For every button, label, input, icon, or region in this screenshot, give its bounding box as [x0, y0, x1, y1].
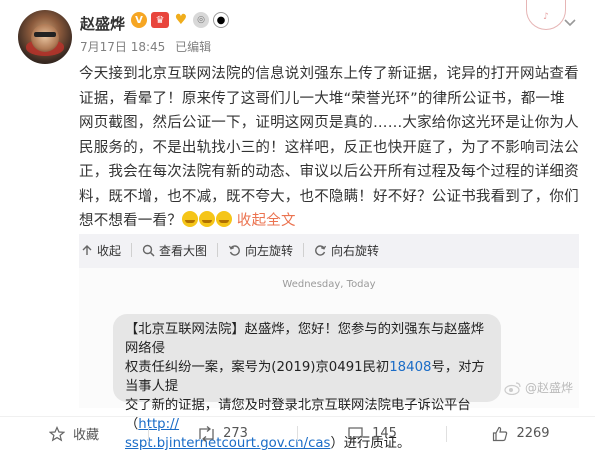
toolbar-divider [217, 243, 219, 257]
repost-icon [199, 425, 214, 442]
collapse-label: 收起 [97, 243, 122, 258]
repost-button[interactable]: 273 [149, 425, 297, 442]
comment-icon [348, 426, 363, 442]
attached-screenshot[interactable]: Wednesday, Today 【北京互联网法院】赵盛烨，您好！您参与的刘强东… [79, 268, 579, 450]
rotate-left-label: 向左旋转 [245, 243, 294, 258]
watermark-text: @赵盛烨 [525, 381, 574, 395]
weibo-logo-icon [504, 381, 521, 395]
collapse-text-link[interactable]: 收起全文 [237, 213, 296, 229]
post-content: 今天接到北京互联网法院的信息说刘强东上传了新证据，诧异的打开网站查看证据，看晕了… [79, 62, 579, 234]
repost-count: 273 [223, 426, 248, 441]
magnifier-icon [142, 244, 155, 257]
thumbs-up-icon [493, 426, 508, 441]
weibo-post: 赵盛烨 V ♛ ♥ ◎ ● 7月17日 18:45 已编辑 ♪ 今天接到北京互联… [0, 0, 595, 450]
view-large-label: 查看大图 [159, 243, 208, 258]
author-name[interactable]: 赵盛烨 [80, 13, 125, 34]
sms-date: Wednesday, Today [282, 279, 376, 290]
favorite-button[interactable]: 收藏 [0, 424, 148, 443]
media-panel: 收起 查看大图 向左旋转 向右旋转 Wednesday, Today 【北京互联… [79, 234, 579, 450]
case-number: 18408 [389, 360, 432, 375]
weibo-watermark: @赵盛烨 [504, 379, 573, 396]
image-toolbar: 收起 查看大图 向左旋转 向右旋转 [79, 234, 579, 266]
sms-bubble: 【北京互联网法院】赵盛烨，您好！您参与的刘强东与赵盛烨网络侵 权责任纠纷一案，案… [113, 314, 501, 450]
laugh-cry-emoji-icon [198, 211, 215, 227]
laugh-cry-emoji-icon [181, 211, 198, 227]
edited-label[interactable]: 已编辑 [175, 40, 211, 54]
vip-icon[interactable]: ♛ [151, 12, 169, 28]
favorite-label: 收藏 [72, 428, 99, 443]
post-footer: 收藏 273 145 2269 [0, 416, 595, 450]
post-timestamp[interactable]: 7月17日 18:45 [80, 40, 165, 54]
post-text: 今天接到北京互联网法院的信息说刘强东上传了新证据，诧异的打开网站查看证据，看晕了… [79, 66, 579, 229]
rotate-left-button[interactable]: 向左旋转 [228, 242, 293, 259]
stamp-decoration: ♪ [526, 0, 566, 30]
sms-line-2: 权责任纠纷一案，案号为(2019)京0491民初18408号，对方当事人提 [125, 358, 489, 396]
panda-icon[interactable]: ● [213, 12, 229, 28]
author-badges: V ♛ ♥ ◎ ● [131, 12, 229, 28]
sms-line-1: 【北京互联网法院】赵盛烨，您好！您参与的刘强东与赵盛烨网络侵 [125, 322, 485, 356]
toolbar-divider [303, 243, 305, 257]
rotate-left-icon [228, 244, 240, 256]
star-icon [48, 425, 65, 441]
chevron-down-icon[interactable] [563, 16, 577, 30]
like-count: 2269 [516, 426, 550, 441]
rotate-right-button[interactable]: 向右旋转 [314, 242, 379, 259]
comment-count: 145 [372, 426, 397, 441]
verified-icon: V [131, 12, 147, 28]
post-meta: 7月17日 18:45 已编辑 [80, 38, 217, 55]
collapse-image-button[interactable]: 收起 [81, 242, 121, 259]
sms-line-2-text: 权责任纠纷一案，案号为(2019)京0491民初 [125, 360, 390, 375]
rotate-right-icon [315, 244, 327, 256]
toolbar-divider [131, 243, 133, 257]
avatar-face [31, 24, 59, 52]
laugh-cry-emoji-icon [215, 211, 232, 227]
rotate-right-label: 向右旋转 [331, 243, 380, 258]
collapse-icon [82, 245, 92, 255]
fan-heart-icon[interactable]: ♥ [173, 12, 189, 28]
avatar-glasses [34, 32, 56, 37]
author-avatar[interactable] [18, 10, 72, 64]
comment-button[interactable]: 145 [298, 426, 446, 442]
medal-icon[interactable]: ◎ [193, 12, 209, 28]
view-large-button[interactable]: 查看大图 [142, 242, 207, 259]
like-button[interactable]: 2269 [447, 426, 595, 442]
